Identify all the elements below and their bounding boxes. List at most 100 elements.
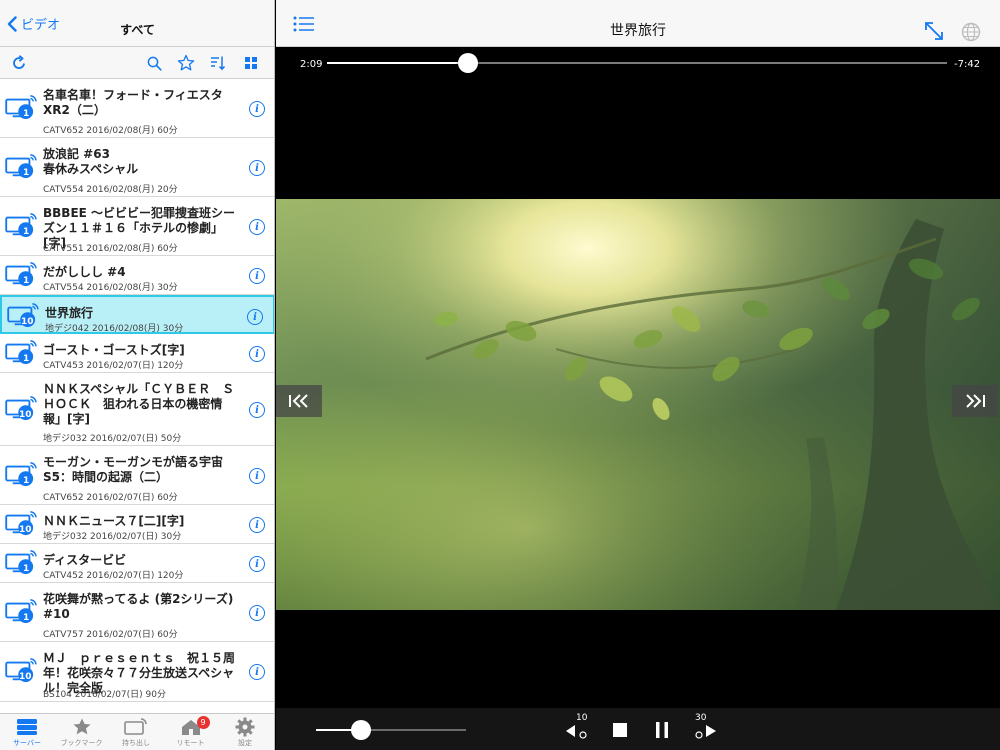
volume-knob[interactable] <box>351 720 371 740</box>
server-count-badge: 1 <box>23 109 30 119</box>
recording-title: 名車名車！フォード・フィエスタ XR2（二） <box>43 88 223 117</box>
server-count-badge: 10 <box>19 525 32 535</box>
tab-star[interactable]: ブックマーク <box>55 717 109 748</box>
stop-button[interactable] <box>609 716 631 744</box>
tab-label: 設定 <box>238 739 252 747</box>
recording-title: モーガン・モーガンモが語る宇宙 S5：時間の起源（二） <box>43 455 224 484</box>
volume-slider[interactable] <box>316 720 466 740</box>
recording-list-item[interactable]: 10 ＭＪ ｐｒｅｓｅｎｔｓ 祝１５周 年！花咲奈々７７分生放送スペシャ ル！完全… <box>0 642 274 702</box>
recording-title: ゴースト・ゴーストズ[字] <box>43 343 185 357</box>
forward-seconds: 30 <box>695 713 707 723</box>
info-button[interactable]: i <box>249 556 265 572</box>
previous-chapter-button[interactable] <box>276 385 322 417</box>
recording-list-item[interactable]: 1 名車名車！フォード・フィエスタ XR2（二） CATV652 2016/02/0… <box>0 79 274 138</box>
tab-label: サーバー <box>13 739 41 747</box>
rewind-10-button[interactable]: 10 <box>564 713 590 744</box>
server-count-badge: 10 <box>19 410 32 420</box>
info-button[interactable]: i <box>249 468 265 484</box>
sort-button[interactable] <box>209 54 227 72</box>
remaining-time: -7:42 <box>954 59 981 70</box>
info-button[interactable]: i <box>249 101 265 117</box>
recording-list-item[interactable]: 1 BBBEE 〜ビビビー犯罪捜査班シー ズン１１＃１６「ホテルの惨劇」[字] CA… <box>0 197 274 256</box>
bookmark-filter-button[interactable] <box>177 54 195 72</box>
info-button[interactable]: i <box>249 605 265 621</box>
network-tv-icon <box>5 599 37 624</box>
pause-button[interactable] <box>651 716 673 744</box>
seek-knob[interactable] <box>458 53 479 73</box>
video-player[interactable]: 2:09 -7:42 <box>276 47 1000 707</box>
recording-title: ＮＮＫスペシャル「ＣＹＢＥＲ Ｓ ＨＯＣＫ 狙われる日本の機密情 報」[字] <box>43 382 235 426</box>
fast-forward-icon <box>695 725 716 739</box>
grid-view-button[interactable] <box>242 54 260 72</box>
info-button[interactable]: i <box>249 517 265 533</box>
seek-progress <box>327 62 469 64</box>
network-tv-icon <box>5 213 37 238</box>
info-button[interactable]: i <box>249 346 265 362</box>
search-icon <box>147 56 162 71</box>
refresh-button[interactable] <box>10 54 28 72</box>
recording-list-item[interactable]: 10 ＮＮＫニュース７[二][字] 地デジ032 2016/02/07(日) 30分… <box>0 505 274 544</box>
recording-title: だがししし #4 <box>43 265 126 279</box>
info-button[interactable]: i <box>249 402 265 418</box>
playback-control-bar: 10 30 <box>276 708 1000 750</box>
sort-icon <box>211 56 226 71</box>
tab-label: リモート <box>176 739 205 747</box>
server-count-badge: 1 <box>23 354 30 364</box>
recording-list-item[interactable]: 10 ＮＮＫスペシャル「ＣＹＢＥＲ Ｓ ＨＯＣＫ 狙われる日本の機密情 報」[字]… <box>0 373 274 446</box>
recording-list-item[interactable]: 1 ゴースト・ゴーストズ[字] CATV453 2016/02/07(日) 120分… <box>0 334 274 373</box>
info-button[interactable]: i <box>247 309 263 325</box>
info-button[interactable]: i <box>249 219 265 235</box>
language-button[interactable] <box>961 22 981 46</box>
info-button[interactable]: i <box>249 664 265 680</box>
network-tv-icon <box>5 462 37 487</box>
recording-list-item[interactable]: 1 モーガン・モーガンモが語る宇宙 S5：時間の起源（二） CATV652 2016… <box>0 446 274 505</box>
server-count-badge: 1 <box>23 613 30 623</box>
recording-list-item[interactable]: 1 ディスタービビ CATV452 2016/02/07(日) 120分 i <box>0 544 274 583</box>
server-count-badge: 10 <box>21 317 34 327</box>
recording-list-item[interactable]: 1 だがししし #4 CATV554 2016/02/08(月) 30分 i <box>0 256 274 295</box>
server-count-badge: 1 <box>23 227 30 237</box>
tab-server[interactable]: サーバー <box>0 717 54 748</box>
recording-title: ディスタービビ <box>43 553 127 567</box>
tab-gear[interactable]: 設定 <box>218 717 272 748</box>
gear-icon <box>218 717 272 737</box>
pause-icon <box>656 722 668 738</box>
left-navigation-bar: ビデオ すべて <box>0 0 274 47</box>
globe-icon <box>961 22 981 42</box>
video-frame <box>276 199 1000 610</box>
forest-scene-image <box>276 199 1000 610</box>
recording-list-item[interactable]: 1 放浪記 #63 春休みスペシャル CATV554 2016/02/08(月) 2… <box>0 138 274 197</box>
list-toolbar <box>0 47 274 79</box>
recordings-pane: ビデオ すべて 1 名車名車！フォード・フィエスタ XR2（二） CATV652 2… <box>0 0 275 750</box>
network-tv-icon <box>5 550 37 575</box>
rewind-seconds: 10 <box>576 713 588 723</box>
info-button[interactable]: i <box>249 268 265 284</box>
tab-takeout-tv[interactable]: 持ち出し <box>109 717 163 748</box>
next-chapter-button[interactable] <box>952 385 998 417</box>
server-count-badge: 1 <box>23 476 30 486</box>
search-button[interactable] <box>145 54 163 72</box>
takeout-tv-icon <box>109 717 163 737</box>
recording-list-item[interactable]: 10 世界旅行地デジ042 2016/02/08(月) 30分 i <box>0 295 274 334</box>
recording-details: CATV551 2016/02/08(月) 60分 <box>43 244 178 254</box>
server-count-badge: 1 <box>23 168 30 178</box>
recording-title: 世界旅行 <box>45 306 94 320</box>
tab-remote-home[interactable]: 9 リモート <box>164 716 218 748</box>
elapsed-time: 2:09 <box>300 59 323 70</box>
player-navigation-bar: 世界旅行 <box>276 0 1000 47</box>
tab-bar: サーバー ブックマーク 持ち出し 9 リモート 設定 <box>0 713 274 750</box>
network-tv-icon <box>5 154 37 179</box>
recording-details: 地デジ042 2016/02/08(月) 30分 <box>45 324 184 334</box>
fullscreen-button[interactable] <box>923 20 945 46</box>
recording-details: 地デジ032 2016/02/07(日) 30分 <box>43 532 182 542</box>
network-tv-icon <box>5 262 37 287</box>
info-button[interactable]: i <box>249 160 265 176</box>
recording-title: 花咲舞が黙ってるよ (第2シリーズ) #10 <box>43 592 234 621</box>
recording-title: 放浪記 #63 春休みスペシャル <box>43 147 139 176</box>
recording-details: CATV554 2016/02/08(月) 20分 <box>43 185 178 195</box>
seek-bar[interactable] <box>327 53 947 73</box>
recording-details: CATV453 2016/02/07(日) 120分 <box>43 361 184 371</box>
recording-details: CATV554 2016/02/08(月) 30分 <box>43 283 178 293</box>
recording-list-item[interactable]: 1 花咲舞が黙ってるよ (第2シリーズ) #10 CATV757 2016/02/0… <box>0 583 274 642</box>
forward-30-button[interactable]: 30 <box>693 713 719 744</box>
